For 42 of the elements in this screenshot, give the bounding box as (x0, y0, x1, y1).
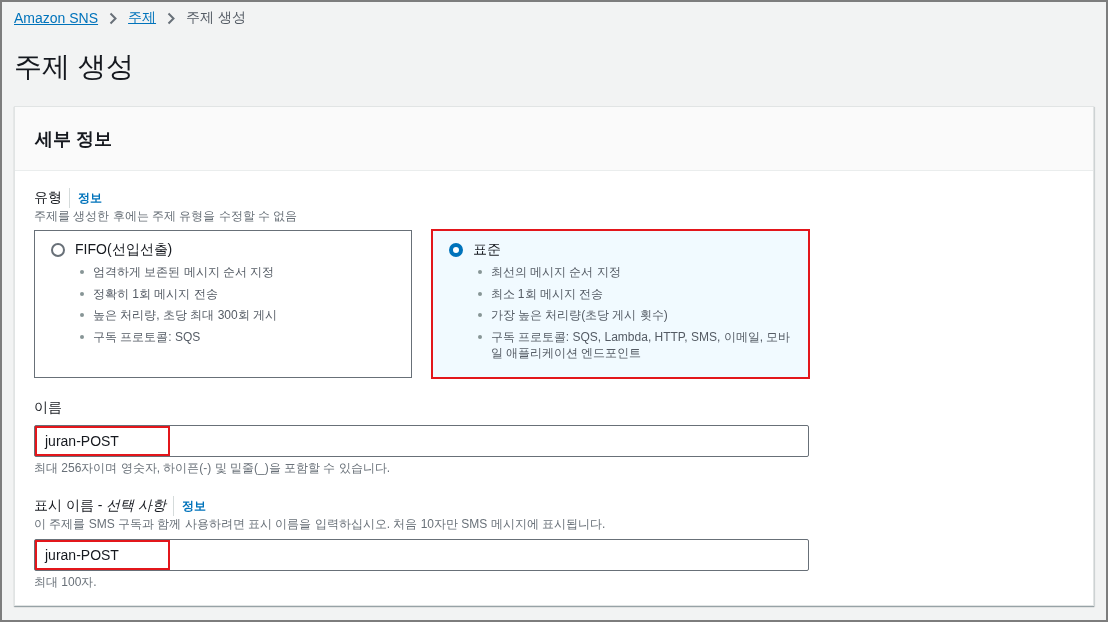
feature-text: 높은 처리량, 초당 최대 300회 게시 (93, 307, 278, 323)
input-value: juran-POST (35, 426, 170, 456)
field-label: 표시 이름 - 선택 사항 (34, 497, 167, 515)
option-title: 표준 (472, 241, 501, 259)
input-value: juran-POST (35, 540, 170, 570)
feature-text: 가장 높은 처리량(초당 게시 횟수) (490, 307, 668, 323)
radio-selected-icon[interactable] (448, 243, 463, 257)
topic-type-card[interactable]: 표준 최선의 메시지 순서 지정 최소 1회 메시지 전송 가장 높은 처리량(초당 게시 횟수) 구독 프로토콜: SQS, Lambda, HTTP, SMS, 이메일, 모바일 애플리케이션 엔드포인트 (431, 230, 809, 378)
feature-text: 구독 프로토콜: SQS, Lambda, HTTP, SMS, 이메일, 모바일 애플리케이션 엔드포인트 (490, 328, 792, 361)
bullet-icon (477, 270, 482, 274)
field-hint: 최대 256자이며 영숫자, 하이픈(-) 및 밑줄(_)을 포함할 수 있습니다. (34, 460, 391, 476)
field-hint: 최대 100자. (34, 574, 98, 590)
breadcrumb-link[interactable]: Amazon SNS (14, 10, 99, 26)
bullet-icon (477, 313, 482, 317)
radio-icon[interactable] (51, 243, 65, 257)
feature-text: 정확히 1회 메시지 전송 (93, 285, 218, 302)
breadcrumb-current: 주제 생성 (186, 9, 246, 27)
feature-text: 최선의 메시지 순서 지정 (490, 264, 621, 280)
text-input[interactable]: juran-POST (34, 425, 809, 457)
field-label: 유형 (34, 189, 62, 207)
feature-text: 엄격하게 보존된 메시지 순서 지정 (93, 264, 275, 280)
field-label: 이름 (34, 399, 62, 417)
chevron-right-icon (109, 11, 118, 25)
text-input[interactable]: juran-POST (34, 539, 809, 571)
info-link[interactable]: 정보 (69, 188, 102, 208)
bullet-icon (80, 313, 84, 317)
bullet-icon (477, 291, 482, 296)
bullet-icon (477, 334, 482, 339)
field-description: 이 주제를 SMS 구독과 함께 사용하려면 표시 이름을 입력하십시오. 처음 10자만 SMS 메시지에 표시됩니다. (34, 516, 607, 532)
bullet-icon (80, 334, 84, 339)
feature-text: 최소 1회 메시지 전송 (490, 285, 604, 302)
panel-title: 세부 정보 (35, 127, 112, 151)
feature-text: 구독 프로토콜: SQS (93, 328, 201, 345)
field-description: 주제를 생성한 후에는 주제 유형을 수정할 수 없음 (34, 208, 299, 224)
topic-type-card[interactable]: FIFO(선입선출) 엄격하게 보존된 메시지 순서 지정 정확히 1회 메시지 전송 높은 처리량, 초당 최대 300회 게시 구독 프로토콜: SQS (34, 230, 412, 378)
breadcrumb-link[interactable]: 주제 (128, 9, 157, 27)
info-link[interactable]: 정보 (173, 496, 207, 516)
bullet-icon (80, 291, 84, 296)
option-title: FIFO(선입선출) (75, 241, 173, 259)
chevron-right-icon (167, 11, 176, 25)
page-title: 주제 생성 (14, 50, 135, 84)
bullet-icon (80, 270, 84, 274)
